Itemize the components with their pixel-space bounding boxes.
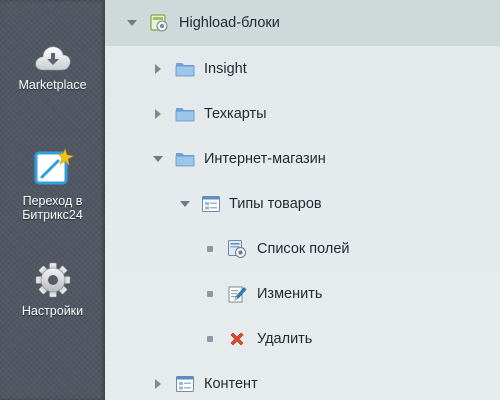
sidebar-item-label: Marketplace [18,78,87,92]
bullet-icon [207,245,213,252]
tree-item-delete[interactable]: Удалить [105,316,500,361]
tree-item-label: Удалить [257,330,313,347]
tree-item-content[interactable]: Контент [105,361,500,400]
tree-item-label: Типы товаров [229,195,322,212]
tree-item-label: Highload-блоки [179,15,280,31]
folder-icon [175,62,195,76]
sidebar-item-label: Переход в Битрикс24 [22,194,83,222]
sidebar-item-marketplace[interactable]: Marketplace [0,42,105,92]
expand-arrow-down-icon[interactable] [153,154,163,164]
bitrix24-magic-icon [34,148,74,185]
bullet-icon [207,335,213,342]
delete-x-icon [230,332,244,345]
tree-item-techcards[interactable]: Техкарты [105,91,500,136]
tree-item-fields-list[interactable]: Список полей [105,226,500,271]
highload-block-icon [150,14,168,32]
sidebar-item-label: Настройки [21,304,84,318]
expand-arrow-right-icon[interactable] [153,108,163,119]
gear-icon [35,262,70,298]
folder-icon [175,152,195,166]
expand-arrow-down-icon[interactable] [180,199,190,209]
menu-tree: Highload-блоки Insight Техкарты Интернет… [105,0,500,400]
list-window-icon [202,195,220,212]
tree-item-edit[interactable]: Изменить [105,271,500,316]
cloud-download-icon [34,46,70,71]
expand-arrow-right-icon[interactable] [153,63,163,74]
folder-icon [175,107,195,121]
left-sidebar: Marketplace Переход в Битрикс24 Настройк… [0,0,105,400]
tree-item-highload-blocks[interactable]: Highload-блоки [105,0,500,46]
expand-arrow-right-icon[interactable] [153,378,163,389]
bullet-icon [207,290,213,297]
sidebar-item-settings[interactable]: Настройки [0,260,105,318]
tree-item-label: Список полей [257,240,350,257]
fields-list-icon [228,239,246,258]
tree-item-label: Техкарты [204,105,267,122]
expand-arrow-down-icon[interactable] [127,18,137,28]
list-window-icon [176,375,194,392]
tree-item-label: Интернет-магазин [204,150,326,167]
tree-item-label: Insight [204,60,247,77]
edit-pencil-icon [228,286,247,302]
tree-item-product-types[interactable]: Типы товаров [105,181,500,226]
tree-item-online-store[interactable]: Интернет-магазин [105,136,500,181]
tree-item-insight[interactable]: Insight [105,46,500,91]
sidebar-item-transition-bitrix24[interactable]: Переход в Битрикс24 [0,146,105,222]
tree-item-label: Изменить [257,285,323,302]
tree-item-label: Контент [204,375,258,392]
